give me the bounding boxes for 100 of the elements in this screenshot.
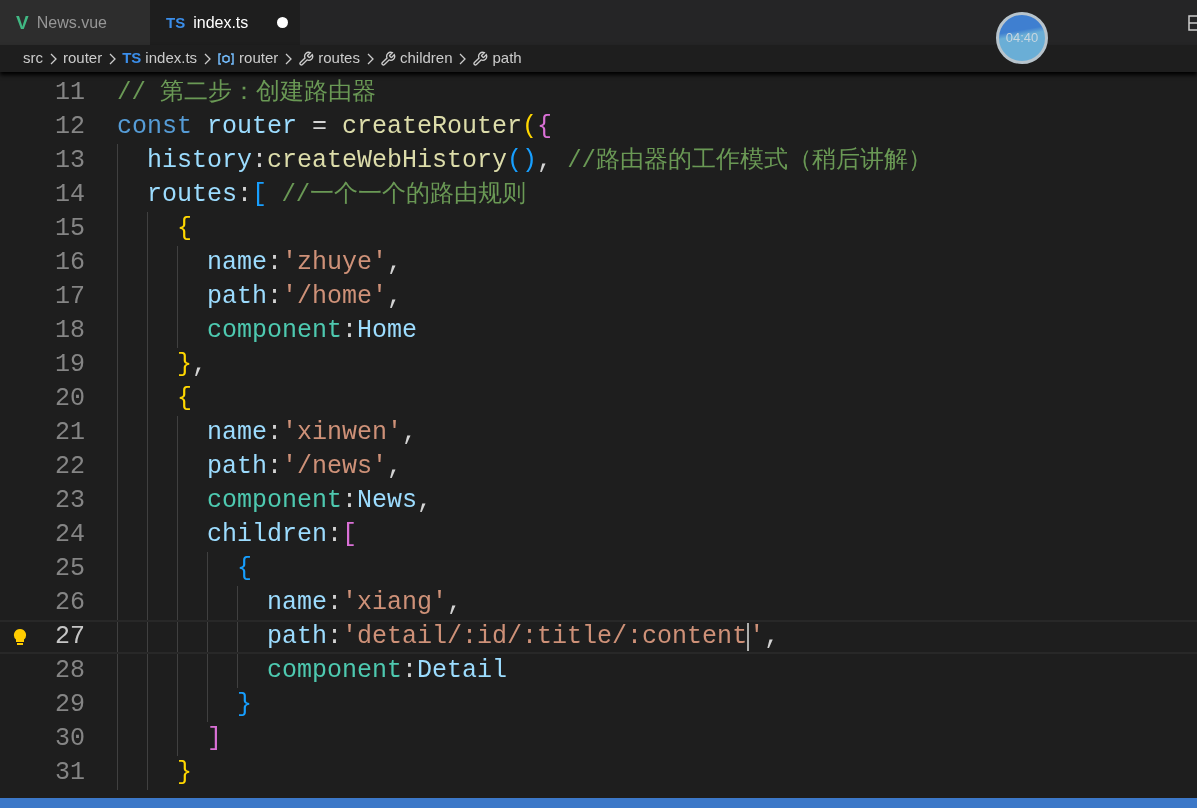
chevron-right-icon (203, 52, 212, 65)
line-number: 13 (54, 145, 85, 178)
chevron-right-icon (458, 52, 467, 65)
code-token: , (387, 282, 403, 312)
code-token: '/home' (282, 282, 388, 312)
editor-tab[interactable]: TS index.ts (150, 0, 300, 45)
text-cursor (747, 623, 750, 651)
split-editor-icon[interactable] (1187, 13, 1197, 32)
code-comment: //路由器的工作模式（稍后讲解） (567, 146, 932, 176)
line-number: 19 (54, 349, 85, 382)
line-number: 16 (54, 247, 85, 280)
code-token: , (417, 486, 433, 516)
timer-badge: 04:40 (996, 12, 1048, 64)
line-number: 30 (54, 723, 85, 756)
typescript-icon: TS (122, 47, 142, 70)
code-token: name (266, 588, 328, 618)
code-token: : (252, 146, 268, 176)
code-token: : (267, 418, 283, 448)
code-token: 'xinwen' (282, 418, 403, 448)
chevron-right-icon (284, 52, 293, 65)
line-number: 31 (54, 757, 85, 790)
line-number: 12 (54, 111, 85, 144)
code-token: { (236, 554, 253, 584)
code-comment: // 第二步：创建路由器 (117, 78, 377, 108)
code-token: } (176, 350, 192, 380)
code-token: history (146, 146, 253, 176)
code-token: , (387, 452, 403, 482)
code-comment: //一个一个的路由规则 (280, 180, 527, 210)
lightbulb-icon[interactable] (13, 628, 27, 646)
code-token: 'xiang' (342, 588, 448, 618)
code-token: : (267, 452, 283, 482)
code-token: [ (252, 180, 268, 210)
wrench-icon (298, 50, 315, 67)
code-token: ' (749, 622, 765, 652)
code-token: : (327, 588, 343, 618)
code-token: path (206, 452, 268, 482)
line-number: 28 (54, 655, 85, 688)
code-token: path (206, 282, 268, 312)
code-token: : (327, 622, 343, 652)
line-number: 11 (54, 77, 85, 110)
breadcrumb-item[interactable]: children (399, 47, 453, 70)
line-number: 20 (54, 383, 85, 416)
code-token: 'zhuye' (282, 248, 388, 278)
code-token: 'detail/:id/:title/:content (342, 622, 748, 652)
code-token: : (267, 282, 283, 312)
code-token: '/news' (282, 452, 388, 482)
code-token: createWebHistory (267, 146, 508, 176)
line-number: 23 (54, 485, 85, 518)
code-token: } (236, 690, 253, 720)
chevron-right-icon (365, 52, 374, 65)
code-token: Detail (417, 656, 508, 686)
code-token: } (176, 758, 192, 788)
line-number: 15 (54, 213, 85, 246)
code-token: ( (522, 112, 538, 142)
code-token: , (447, 588, 463, 618)
breadcrumb-item[interactable]: router (239, 47, 279, 70)
code-token: : (342, 316, 358, 346)
breadcrumb-item[interactable]: src (23, 47, 43, 70)
code-token: component (206, 316, 343, 346)
line-number: 21 (54, 417, 85, 450)
code-token: name (206, 418, 268, 448)
chevron-right-icon (49, 52, 57, 65)
code-token: children (206, 520, 328, 550)
code-token: Home (357, 316, 418, 346)
code-token: () (507, 146, 538, 176)
breadcrumb-item[interactable]: router (63, 47, 103, 70)
code-token: component (266, 656, 403, 686)
code-token: : (342, 486, 358, 516)
typescript-icon: TS (166, 15, 186, 30)
chevron-right-icon (108, 52, 117, 65)
code-token: [ (342, 520, 358, 550)
variable-icon (217, 51, 236, 66)
code-token: : (237, 180, 253, 210)
code-token: : (402, 656, 418, 686)
code-token: router (206, 112, 298, 142)
line-number: 14 (54, 179, 85, 212)
line-number: 27 (54, 621, 85, 654)
line-number: 24 (54, 519, 85, 552)
code-token: , (764, 622, 780, 652)
code-token: createRouter (342, 112, 523, 142)
code-token: : (267, 248, 283, 278)
line-number: 25 (54, 553, 85, 586)
code-token: { (176, 384, 192, 414)
editor-tab[interactable]: V News.vue (0, 0, 150, 45)
code-token: component (206, 486, 343, 516)
breadcrumb-item[interactable]: path (492, 47, 522, 70)
code-token: , (387, 248, 403, 278)
line-number: 18 (54, 315, 85, 348)
line-number: 22 (54, 451, 85, 484)
breadcrumb-item[interactable]: index.ts (145, 47, 198, 70)
code-token: name (206, 248, 268, 278)
line-number: 26 (54, 587, 85, 620)
code-token: routes (146, 180, 238, 210)
breadcrumb-item[interactable]: routes (318, 47, 360, 70)
code-token: News (357, 486, 418, 516)
code-token: { (537, 112, 553, 142)
code-token: path (266, 622, 328, 652)
wrench-icon (379, 50, 396, 67)
code-token: ] (206, 724, 223, 754)
code-token: const (117, 112, 192, 142)
